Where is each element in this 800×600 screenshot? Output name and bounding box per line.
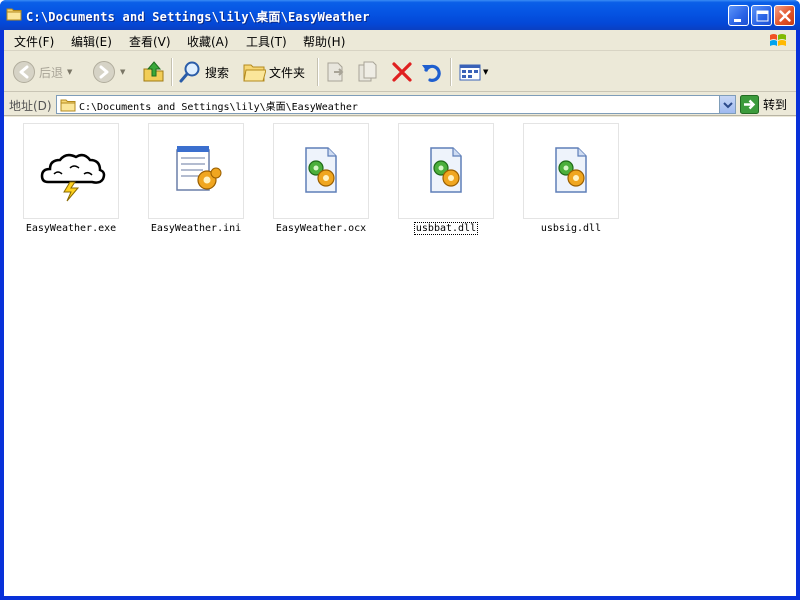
minimize-button[interactable] — [728, 5, 749, 26]
file-item[interactable]: EasyWeather.ocx — [259, 123, 379, 243]
search-label: 搜索 — [205, 65, 230, 80]
views-icon — [459, 64, 481, 81]
folder-icon — [60, 98, 76, 115]
address-dropdown-button[interactable] — [719, 96, 735, 113]
toolbar-separator — [450, 58, 452, 86]
file-thumbnail — [148, 123, 244, 219]
folder-icon — [6, 7, 22, 21]
standard-toolbar: 后退 ▼ ▼ 搜索 文件夹 ▼ — [4, 52, 796, 92]
delete-button[interactable] — [390, 58, 414, 86]
config-notepad-icon — [176, 146, 222, 191]
explorer-window: C:\Documents and Settings\lily\桌面\EasyWe… — [0, 0, 800, 600]
toolbar-separator — [171, 58, 173, 86]
menu-edit[interactable]: 编辑(E) — [71, 33, 112, 50]
dll-gear-icon — [430, 147, 462, 193]
file-thumbnail — [523, 123, 619, 219]
file-item[interactable]: usbbat.dll — [384, 123, 504, 243]
windows-logo-icon — [768, 31, 788, 51]
file-item[interactable]: EasyWeather.exe — [9, 123, 129, 243]
address-bar: 地址(D) C:\Documents and Settings\lily\桌面\… — [4, 93, 796, 116]
delete-x-icon — [392, 62, 412, 82]
close-button[interactable] — [774, 5, 795, 26]
chevron-down-icon[interactable]: ▼ — [67, 68, 72, 76]
undo-icon — [422, 64, 441, 82]
address-label: 地址(D) — [9, 99, 52, 113]
activex-gear-icon — [305, 147, 337, 193]
file-thumbnail — [273, 123, 369, 219]
menu-favorites[interactable]: 收藏(A) — [187, 33, 229, 50]
move-to-button[interactable] — [324, 58, 348, 86]
up-button[interactable] — [142, 58, 166, 86]
file-name: usbsig.dll — [540, 223, 602, 234]
window-title: C:\Documents and Settings\lily\桌面\EasyWe… — [26, 10, 370, 24]
address-input[interactable]: C:\Documents and Settings\lily\桌面\EasyWe… — [56, 95, 736, 114]
undo-button[interactable] — [420, 58, 444, 86]
forward-button[interactable]: ▼ — [92, 58, 125, 86]
folders-label: 文件夹 — [269, 65, 306, 80]
back-arrow-icon — [13, 61, 35, 83]
file-view[interactable]: EasyWeather.exe EasyWeather.ini EasyWeat… — [4, 117, 796, 596]
go-button[interactable]: 转到 — [740, 95, 787, 114]
up-folder-icon — [143, 61, 164, 82]
folder-icon — [243, 64, 266, 82]
file-name: usbbat.dll — [384, 222, 508, 235]
menu-bar: 文件(F) 编辑(E) 查看(V) 收藏(A) 工具(T) 帮助(H) — [4, 30, 796, 51]
title-bar[interactable]: C:\Documents and Settings\lily\桌面\EasyWe… — [0, 0, 800, 30]
back-label: 后退 — [39, 65, 64, 80]
close-icon — [779, 10, 791, 22]
back-button[interactable]: 后退 ▼ — [12, 58, 72, 86]
file-name: EasyWeather.ocx — [275, 223, 367, 234]
maximize-button[interactable] — [751, 5, 772, 26]
file-name-text: usbbat.dll — [413, 222, 479, 235]
file-item[interactable]: EasyWeather.ini — [134, 123, 254, 243]
file-name: EasyWeather.exe — [25, 223, 117, 234]
forward-arrow-icon — [93, 61, 115, 83]
file-item[interactable]: usbsig.dll — [509, 123, 629, 243]
move-to-icon — [327, 62, 344, 82]
views-button[interactable]: ▼ — [458, 58, 488, 86]
copy-to-button[interactable] — [356, 58, 380, 86]
go-arrow-icon — [740, 95, 759, 114]
window-client: 文件(F) 编辑(E) 查看(V) 收藏(A) 工具(T) 帮助(H) 后退 ▼… — [4, 30, 796, 596]
menu-file[interactable]: 文件(F) — [14, 33, 54, 50]
address-value: C:\Documents and Settings\lily\桌面\EasyWe… — [79, 102, 358, 113]
menu-view[interactable]: 查看(V) — [129, 33, 171, 50]
weather-cloud-icon — [40, 153, 106, 202]
window-bottom-border — [0, 596, 800, 600]
menu-help[interactable]: 帮助(H) — [303, 33, 345, 50]
file-thumbnail — [23, 123, 119, 219]
file-name: EasyWeather.ini — [150, 223, 242, 234]
minimize-icon — [734, 19, 741, 22]
magnifier-icon — [179, 61, 200, 83]
dll-gear-icon — [555, 147, 587, 193]
chevron-down-icon[interactable]: ▼ — [483, 68, 488, 76]
toolbar-separator — [317, 58, 319, 86]
chevron-down-icon — [723, 102, 733, 109]
chevron-down-icon[interactable]: ▼ — [120, 68, 125, 76]
folders-button[interactable]: 文件夹 — [242, 58, 305, 86]
copy-to-icon — [358, 61, 377, 82]
file-thumbnail — [398, 123, 494, 219]
go-label: 转到 — [763, 98, 788, 112]
menu-tools[interactable]: 工具(T) — [246, 33, 287, 50]
maximize-icon — [756, 10, 769, 22]
search-button[interactable]: 搜索 — [178, 58, 229, 86]
